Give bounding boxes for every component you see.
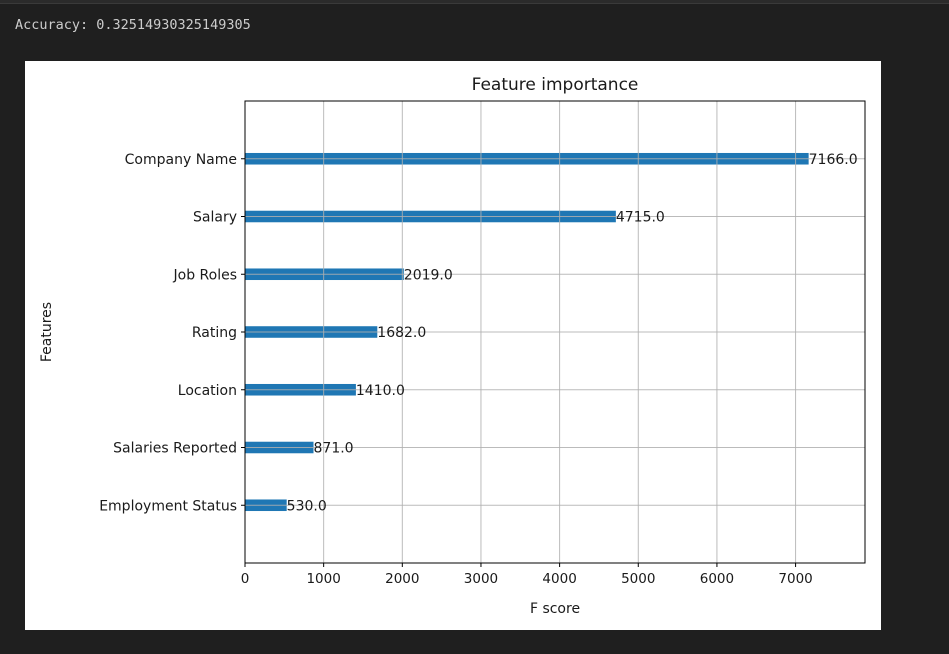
- y-tick-label: Job Roles: [173, 267, 238, 283]
- data-label: 1410.0: [356, 383, 405, 399]
- y-tick-label: Company Name: [125, 152, 237, 168]
- x-tick-label: 0: [241, 571, 250, 587]
- y-tick-label: Salaries Reported: [113, 441, 237, 457]
- x-axis-label: F score: [530, 601, 580, 617]
- y-tick-label: Rating: [192, 325, 237, 341]
- y-tick-label: Salary: [193, 210, 237, 226]
- feature-importance-chart: 0 1000 2000 3000 4000 5000 6000 7000 Employment …: [39, 75, 866, 617]
- data-label: 7166.0: [809, 152, 858, 168]
- y-axis-label: Features: [39, 302, 55, 362]
- x-tick-label: 3000: [464, 571, 498, 587]
- y-tick-label: Employment Status: [99, 498, 237, 514]
- data-label: 871.0: [314, 441, 354, 457]
- x-tick-label: 6000: [700, 571, 734, 587]
- x-tick-label: 7000: [778, 571, 812, 587]
- data-label: 1682.0: [377, 325, 426, 341]
- data-label: 4715.0: [616, 210, 665, 226]
- x-tick-label: 4000: [542, 571, 576, 587]
- x-tick-label: 1000: [306, 571, 340, 587]
- y-tick-label: Location: [178, 383, 237, 399]
- chart-title: Feature importance: [472, 75, 639, 95]
- data-label: 530.0: [287, 498, 327, 514]
- x-tick-label: 2000: [385, 571, 419, 587]
- data-label: 2019.0: [404, 267, 453, 283]
- x-tick-label: 5000: [621, 571, 655, 587]
